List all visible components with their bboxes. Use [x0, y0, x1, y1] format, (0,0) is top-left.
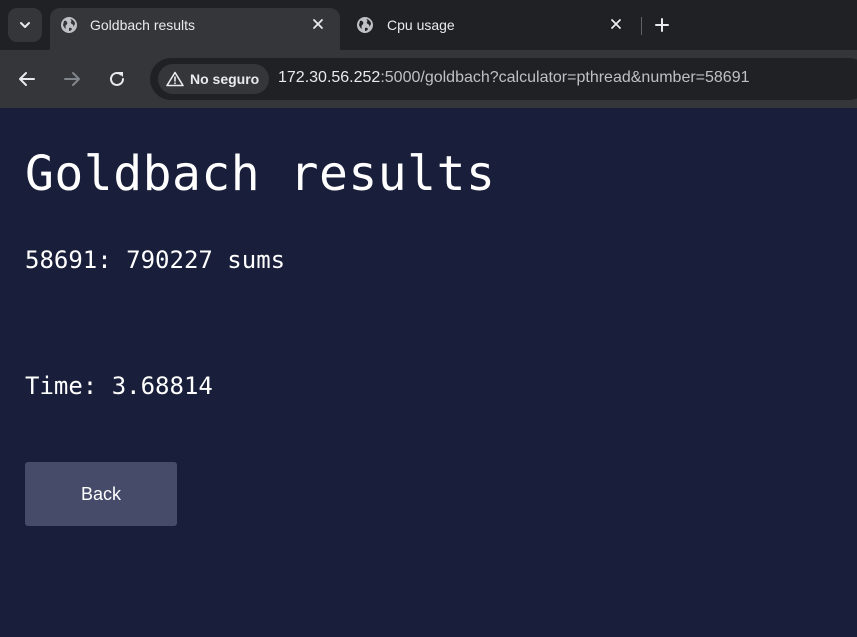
close-tab-button[interactable]	[308, 14, 328, 34]
back-nav-button[interactable]	[16, 68, 38, 90]
arrow-right-icon	[64, 72, 80, 86]
goldbach-result: 58691: 790227 sums	[25, 246, 286, 274]
globe-icon	[357, 17, 373, 33]
reload-icon	[110, 71, 124, 86]
new-tab-button[interactable]	[650, 13, 674, 37]
back-button[interactable]: Back	[25, 462, 177, 526]
tab-search-button[interactable]	[8, 8, 42, 42]
security-label: No seguro	[190, 71, 260, 87]
browser-toolbar: No seguro 172.30.56.252:5000/goldbach?ca…	[0, 50, 857, 108]
tab-title: Goldbach results	[90, 17, 196, 33]
tab-cpu-usage[interactable]: Cpu usage	[346, 8, 636, 50]
reload-button[interactable]	[106, 68, 128, 90]
close-tab-button[interactable]	[606, 14, 626, 34]
url-path: :5000/goldbach?calculator=pthread&number…	[380, 69, 750, 86]
page-title: Goldbach results	[25, 146, 496, 202]
tab-goldbach-results[interactable]: Goldbach results	[50, 8, 340, 50]
tab-strip: Goldbach results Cpu usage	[0, 0, 857, 50]
address-bar[interactable]: No seguro 172.30.56.252:5000/goldbach?ca…	[150, 58, 857, 100]
security-indicator[interactable]: No seguro	[158, 64, 270, 94]
page-content: Goldbach results 58691: 790227 sums Time…	[0, 108, 857, 637]
url-host: 172.30.56.252	[278, 69, 381, 86]
close-icon	[611, 19, 621, 29]
elapsed-time: Time: 3.68814	[25, 372, 213, 400]
url-text[interactable]: 172.30.56.252:5000/goldbach?calculator=p…	[278, 69, 750, 87]
close-icon	[313, 19, 323, 29]
chevron-down-icon	[20, 22, 30, 28]
arrow-left-icon	[19, 72, 35, 86]
forward-nav-button[interactable]	[61, 68, 83, 90]
tab-divider	[641, 17, 642, 35]
plus-icon	[655, 18, 669, 32]
tab-title: Cpu usage	[387, 17, 455, 33]
warning-icon	[166, 71, 184, 87]
globe-icon	[61, 17, 77, 33]
